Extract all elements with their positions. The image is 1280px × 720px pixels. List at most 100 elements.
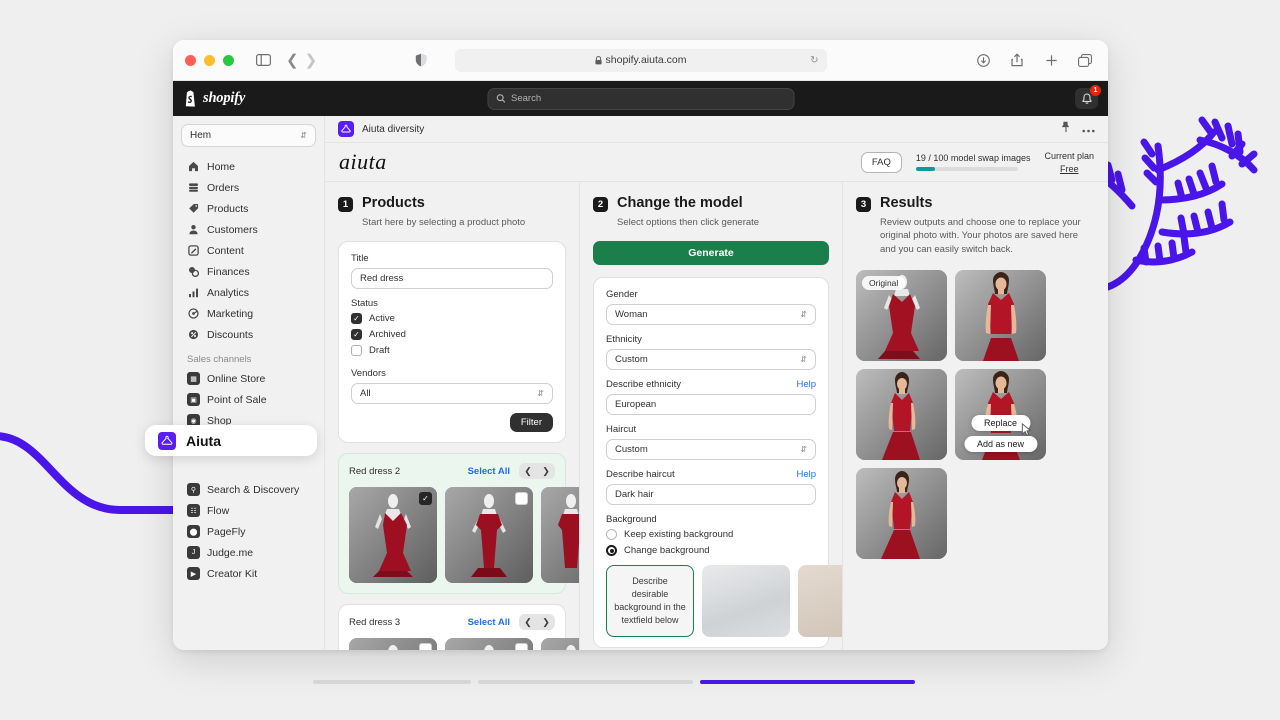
mouse-cursor-icon [1021, 422, 1032, 436]
sidebar-item-products[interactable]: Products [181, 198, 316, 219]
minimize-window-button[interactable] [204, 54, 215, 66]
pin-icon[interactable] [1061, 120, 1071, 138]
carousel-arrows[interactable]: ❮ ❯ [519, 463, 555, 480]
background-swatch-grey[interactable] [702, 565, 790, 638]
sidebar-item-flow[interactable]: ☷ Flow [181, 500, 316, 521]
tab-overview-icon[interactable] [1074, 49, 1096, 71]
background-swatch-describe[interactable]: Describe desirable background in the tex… [606, 565, 694, 638]
content-pencil-icon [187, 244, 200, 257]
chevron-left-icon[interactable]: ❮ [286, 53, 299, 68]
describe-ethnicity-input[interactable]: European [606, 394, 816, 416]
vendors-select[interactable]: All ⇵ [351, 383, 553, 405]
sidebar-toggle-icon[interactable] [252, 49, 274, 71]
scroll-indicator-active[interactable] [700, 680, 915, 684]
window-traffic-lights[interactable] [185, 54, 234, 66]
radio-change-background[interactable]: Change background [606, 545, 816, 557]
sidebar-item-orders[interactable]: Orders [181, 177, 316, 198]
sidebar-item-discounts[interactable]: Discounts [181, 324, 316, 345]
result-original[interactable]: Original [856, 269, 947, 361]
result-image[interactable] [856, 467, 947, 559]
haircut-select[interactable]: Custom ⇵ [606, 439, 816, 461]
scroll-indicator[interactable] [478, 680, 693, 684]
chevron-right-icon[interactable]: ❯ [537, 614, 555, 630]
product-thumbnail[interactable] [445, 638, 533, 650]
generate-button[interactable]: Generate [593, 241, 829, 266]
chevron-right-icon[interactable]: ❯ [305, 53, 318, 68]
chevron-right-icon[interactable]: ❯ [537, 463, 555, 479]
sidebar-item-content[interactable]: Content [181, 240, 316, 261]
chrome-right-actions[interactable] [972, 49, 1096, 71]
sidebar-item-marketing[interactable]: Marketing [181, 303, 316, 324]
close-window-button[interactable] [185, 54, 196, 66]
chevron-left-icon[interactable]: ❮ [519, 614, 537, 630]
sidebar-item-point-of-sale[interactable]: ▣ Point of Sale [181, 389, 316, 410]
thumbnail-checkbox[interactable]: ✓ [419, 492, 432, 506]
notifications-button[interactable]: 1 [1075, 85, 1101, 109]
carousel-arrows[interactable]: ❮ ❯ [519, 614, 555, 631]
lock-icon [594, 55, 602, 64]
thumbnail-checkbox[interactable] [419, 643, 432, 650]
sidebar-item-online-store[interactable]: ▦ Online Store [181, 368, 316, 389]
select-all-link[interactable]: Select All [468, 466, 510, 477]
app-header: aiuta FAQ 19 / 100 model swap images Cur… [325, 143, 1108, 182]
reload-icon[interactable]: ↻ [810, 55, 818, 66]
status-checkbox-draft[interactable]: Draft [351, 345, 553, 357]
product-thumbnail[interactable] [349, 638, 437, 650]
store-selector[interactable]: Hem ⇵ [181, 124, 316, 147]
select-all-link[interactable]: Select All [468, 617, 510, 628]
sidebar-item-label: Home [207, 160, 236, 173]
gender-select[interactable]: Woman ⇵ [606, 304, 816, 326]
share-icon[interactable] [1006, 49, 1028, 71]
sidebar-item-label: Finances [207, 265, 250, 278]
add-as-new-button[interactable]: Add as new [963, 435, 1038, 452]
more-horizontal-icon[interactable] [1082, 120, 1095, 138]
status-checkbox-archived[interactable]: ✓ Archived [351, 329, 553, 341]
sidebar-item-analytics[interactable]: Analytics [181, 282, 316, 303]
sidebar-item-pagefly[interactable]: ⬤ PageFly [181, 521, 316, 542]
chevron-left-icon[interactable]: ❮ [519, 463, 537, 479]
thumbnail-checkbox[interactable] [515, 492, 528, 506]
sidebar-item-search-discovery[interactable]: ⚲ Search & Discovery [181, 479, 316, 500]
title-input[interactable]: Red dress [351, 268, 553, 290]
products-header: 1 Products Start here by selecting a pro… [338, 195, 566, 229]
sidebar-item-creator-kit[interactable]: ▶ Creator Kit [181, 563, 316, 584]
sidebar-item-finances[interactable]: Finances [181, 261, 316, 282]
result-image[interactable] [955, 269, 1046, 361]
filter-button[interactable]: Filter [509, 413, 553, 433]
describe-haircut-help-link[interactable]: Help [796, 469, 816, 480]
maximize-window-button[interactable] [223, 54, 234, 66]
describe-haircut-input[interactable]: Dark hair [606, 484, 816, 506]
sidebar-item-aiuta-highlight[interactable]: Aiuta [145, 425, 317, 456]
plan-value[interactable]: Free [1060, 164, 1079, 174]
plus-icon[interactable] [1040, 49, 1062, 71]
scroll-indicators[interactable] [313, 680, 915, 684]
sidebar-item-home[interactable]: Home [181, 156, 316, 177]
product-thumbnail[interactable]: ✓ [349, 487, 437, 584]
judgeme-icon: J [187, 546, 200, 559]
status-checkbox-active[interactable]: ✓ Active [351, 313, 553, 325]
download-icon[interactable] [972, 49, 994, 71]
product-thumbnail[interactable] [541, 487, 579, 584]
faq-button[interactable]: FAQ [860, 151, 902, 173]
background-swatch-beige[interactable] [798, 565, 842, 638]
checkbox-label: Draft [369, 345, 390, 357]
search-icon [496, 94, 505, 103]
ethnicity-label: Ethnicity [606, 334, 642, 346]
ethnicity-select[interactable]: Custom ⇵ [606, 349, 816, 371]
result-image[interactable] [856, 368, 947, 460]
describe-ethnicity-help-link[interactable]: Help [796, 379, 816, 390]
product-thumbnail[interactable] [541, 638, 579, 650]
sidebar-item-customers[interactable]: Customers [181, 219, 316, 240]
search-input[interactable]: Search [487, 87, 794, 110]
address-bar[interactable]: shopify.aiuta.com ↻ [454, 48, 827, 72]
nav-arrows[interactable]: ❮ ❯ [286, 53, 317, 68]
result-image-hovered[interactable]: Replace Add as new [955, 368, 1046, 460]
privacy-shield-icon[interactable] [410, 49, 432, 71]
sidebar-item-judgeme[interactable]: J Judge.me [181, 542, 316, 563]
shopify-logo[interactable]: shopify [183, 90, 245, 107]
thumbnail-checkbox[interactable] [515, 643, 528, 650]
product-thumbnail[interactable] [445, 487, 533, 584]
scroll-indicator[interactable] [313, 680, 471, 684]
model-options-card: Gender Woman ⇵ Ethnicity Custom ⇵ Descri… [593, 277, 842, 649]
radio-keep-background[interactable]: Keep existing background [606, 529, 816, 541]
